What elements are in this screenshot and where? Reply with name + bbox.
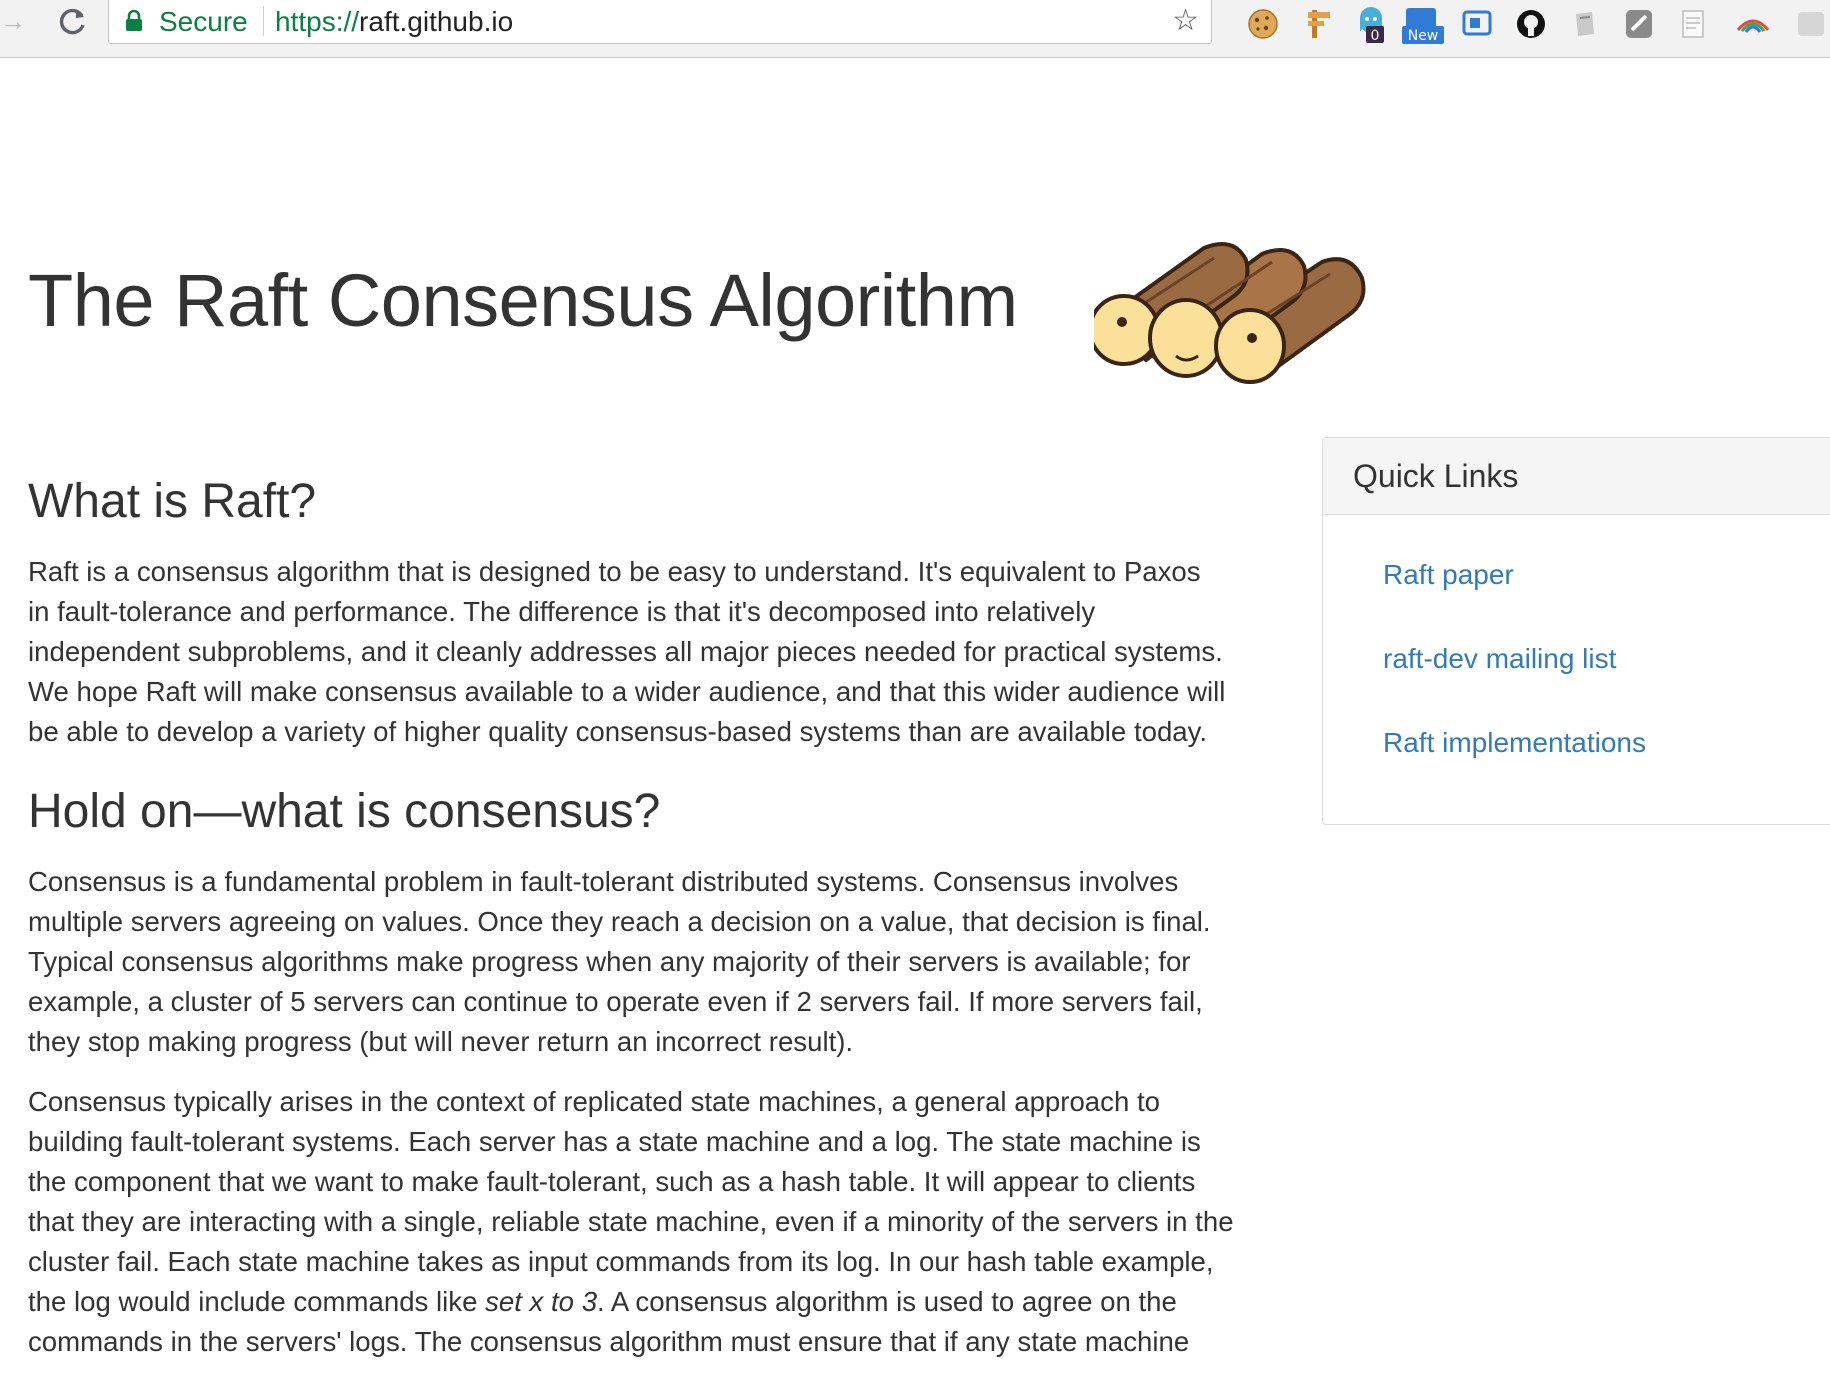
secure-label: Secure <box>159 6 248 37</box>
signpost-icon[interactable] <box>1298 4 1336 44</box>
text-line: Raft is a consensus algorithm that is de… <box>28 556 1201 587</box>
link-raft-dev-mailing-list[interactable]: raft-dev mailing list <box>1383 643 1616 675</box>
shield-icon[interactable] <box>1620 4 1658 44</box>
text-line: example, a cluster of 5 servers can cont… <box>28 986 1203 1017</box>
quick-links-panel: Quick Links Raft paper raft-dev mailing … <box>1322 437 1830 825</box>
what-is-raft-paragraph: Raft is a consensus algorithm that is de… <box>28 552 1268 752</box>
text-line: Consensus typically arises in the contex… <box>28 1086 1160 1117</box>
text-line: commands in the servers' logs. The conse… <box>28 1326 1190 1357</box>
text-line: the log would include commands like <box>28 1286 486 1317</box>
browser-toolbar: → Secure https://raft.github.io ☆ 0 New <box>0 0 1830 58</box>
svg-text:0: 0 <box>1371 28 1380 44</box>
cookie-icon[interactable] <box>1244 4 1282 44</box>
raft-logs-logo <box>1094 242 1366 384</box>
text-line: . A consensus algorithm is used to agree… <box>597 1286 1177 1317</box>
new-badge-icon[interactable]: New <box>1400 4 1446 44</box>
address-separator <box>263 6 264 36</box>
reload-icon[interactable] <box>54 4 90 40</box>
lock-icon <box>126 10 142 31</box>
github-icon[interactable] <box>1512 4 1550 44</box>
text-line: building fault-tolerant systems. Each se… <box>28 1126 1201 1157</box>
address-bar[interactable]: Secure https://raft.github.io ☆ <box>108 0 1212 44</box>
text-line: that they are interacting with a single,… <box>28 1206 1234 1237</box>
url-text[interactable]: https://raft.github.io <box>275 6 513 38</box>
text-line: multiple servers agreeing on values. Onc… <box>28 906 1211 937</box>
section-heading-what-is-raft: What is Raft? <box>28 475 317 528</box>
consensus-paragraph-1: Consensus is a fundamental problem in fa… <box>28 862 1268 1062</box>
evernote-icon[interactable] <box>1566 4 1604 44</box>
rainbow-icon[interactable] <box>1734 4 1772 44</box>
page-title: The Raft Consensus Algorithm <box>28 259 1018 342</box>
text-line: independent subproblems, and it cleanly … <box>28 636 1223 667</box>
bookmark-star-icon[interactable]: ☆ <box>1172 4 1199 38</box>
ghostery-icon[interactable]: 0 <box>1352 4 1390 44</box>
text-line: be able to develop a variety of higher q… <box>28 716 1208 747</box>
consensus-paragraph-2: Consensus typically arises in the contex… <box>28 1082 1268 1362</box>
feedly-icon[interactable] <box>1458 4 1496 44</box>
text-line: We hope Raft will make consensus availab… <box>28 676 1226 707</box>
text-line: cluster fail. Each state machine takes a… <box>28 1246 1214 1277</box>
text-line: they stop making progress (but will neve… <box>28 1026 854 1057</box>
link-raft-paper[interactable]: Raft paper <box>1383 559 1514 591</box>
text-line: the component that we want to make fault… <box>28 1166 1196 1197</box>
text-line: in fault-tolerance and performance. The … <box>28 596 1096 627</box>
blank-icon[interactable] <box>1792 4 1830 44</box>
quick-links-header: Quick Links <box>1323 438 1830 515</box>
italic-command: set x to 3 <box>485 1286 598 1317</box>
text-line: Consensus is a fundamental problem in fa… <box>28 866 1179 897</box>
main-content: What is Raft? Raft is a consensus algori… <box>28 472 1268 1362</box>
notepad-icon[interactable] <box>1674 4 1712 44</box>
quick-links-title: Quick Links <box>1353 458 1519 494</box>
link-raft-implementations[interactable]: Raft implementations <box>1383 727 1646 759</box>
section-heading-what-is-consensus: Hold on—what is consensus? <box>28 785 661 838</box>
text-line: Typical consensus algorithms make progre… <box>28 946 1191 977</box>
svg-text:New: New <box>1408 28 1439 44</box>
forward-arrow-icon[interactable]: → <box>0 6 28 36</box>
